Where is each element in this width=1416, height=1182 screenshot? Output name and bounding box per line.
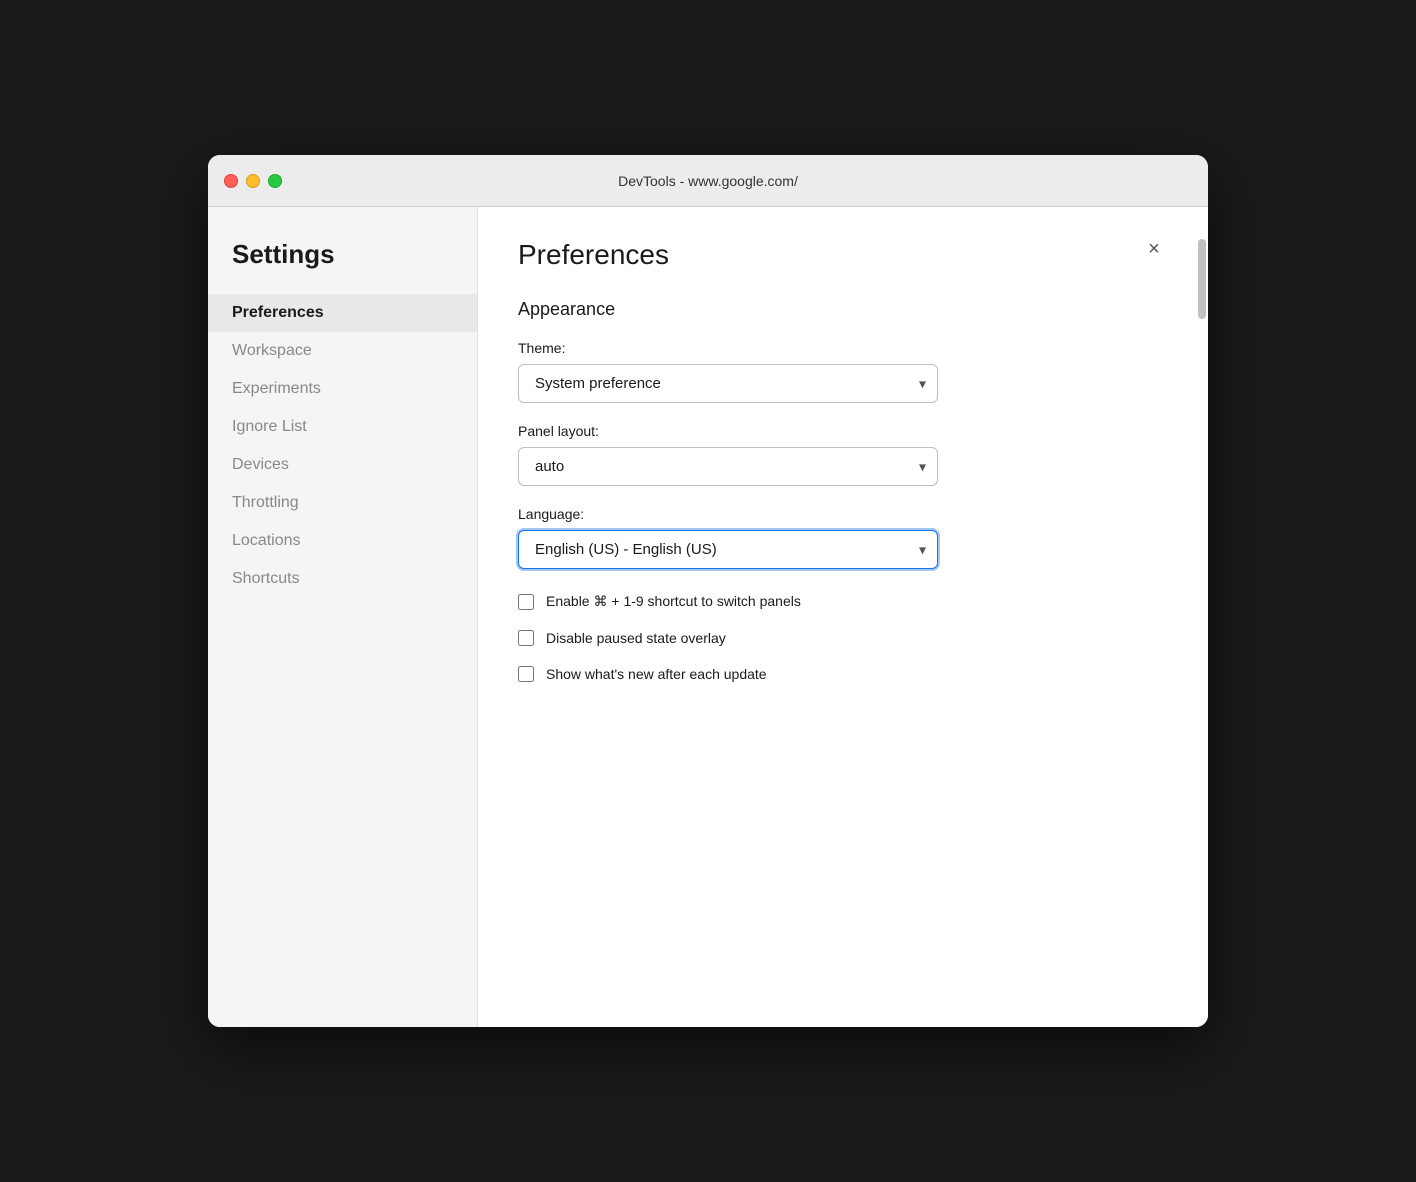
language-select-wrapper: English (US) - English (US) Deutsch Espa… <box>518 530 938 569</box>
scrollbar-thumb[interactable] <box>1198 239 1206 319</box>
cmd-shortcut-label: Enable ⌘ + 1-9 shortcut to switch panels <box>546 593 801 610</box>
close-settings-button[interactable]: × <box>1140 235 1168 263</box>
language-label: Language: <box>518 506 1168 522</box>
panel-layout-select-wrapper: auto horizontal vertical ▾ <box>518 447 938 486</box>
titlebar: DevTools - www.google.com/ <box>208 155 1208 207</box>
main-panel: Preferences × Appearance Theme: System p… <box>478 207 1208 1027</box>
page-title: Preferences <box>518 239 669 271</box>
sidebar-item-experiments[interactable]: Experiments <box>208 370 477 408</box>
show-new-checkbox[interactable] <box>518 666 534 682</box>
window-title: DevTools - www.google.com/ <box>618 173 798 189</box>
sidebar-item-preferences[interactable]: Preferences <box>208 294 477 332</box>
language-select[interactable]: English (US) - English (US) Deutsch Espa… <box>518 530 938 569</box>
close-window-button[interactable] <box>224 174 238 188</box>
panel-layout-field-group: Panel layout: auto horizontal vertical ▾ <box>518 423 1168 486</box>
sidebar-heading: Settings <box>208 239 477 294</box>
checkbox-group: Enable ⌘ + 1-9 shortcut to switch panels… <box>518 593 1168 682</box>
appearance-section-title: Appearance <box>518 299 1168 320</box>
sidebar-item-workspace[interactable]: Workspace <box>208 332 477 370</box>
theme-select[interactable]: System preference Light Dark <box>518 364 938 403</box>
theme-field-group: Theme: System preference Light Dark ▾ <box>518 340 1168 403</box>
show-new-label: Show what's new after each update <box>546 666 767 682</box>
panel-layout-select[interactable]: auto horizontal vertical <box>518 447 938 486</box>
maximize-window-button[interactable] <box>268 174 282 188</box>
sidebar-item-throttling[interactable]: Throttling <box>208 484 477 522</box>
sidebar-item-locations[interactable]: Locations <box>208 522 477 560</box>
sidebar-item-shortcuts[interactable]: Shortcuts <box>208 560 477 598</box>
disable-paused-label: Disable paused state overlay <box>546 630 726 646</box>
cmd-shortcut-checkbox[interactable] <box>518 594 534 610</box>
language-field-group: Language: English (US) - English (US) De… <box>518 506 1168 569</box>
theme-label: Theme: <box>518 340 1168 356</box>
cmd-shortcut-checkbox-item[interactable]: Enable ⌘ + 1-9 shortcut to switch panels <box>518 593 1168 610</box>
show-new-checkbox-item[interactable]: Show what's new after each update <box>518 666 1168 682</box>
minimize-window-button[interactable] <box>246 174 260 188</box>
sidebar-item-ignore-list[interactable]: Ignore List <box>208 408 477 446</box>
panel-layout-label: Panel layout: <box>518 423 1168 439</box>
disable-paused-checkbox[interactable] <box>518 630 534 646</box>
disable-paused-checkbox-item[interactable]: Disable paused state overlay <box>518 630 1168 646</box>
settings-content: Settings Preferences Workspace Experimen… <box>208 207 1208 1027</box>
sidebar-item-devices[interactable]: Devices <box>208 446 477 484</box>
scrollbar[interactable] <box>1196 207 1208 1027</box>
devtools-window: DevTools - www.google.com/ Settings Pref… <box>208 155 1208 1027</box>
main-header: Preferences × <box>518 239 1168 271</box>
theme-select-wrapper: System preference Light Dark ▾ <box>518 364 938 403</box>
traffic-lights <box>224 174 282 188</box>
sidebar: Settings Preferences Workspace Experimen… <box>208 207 478 1027</box>
